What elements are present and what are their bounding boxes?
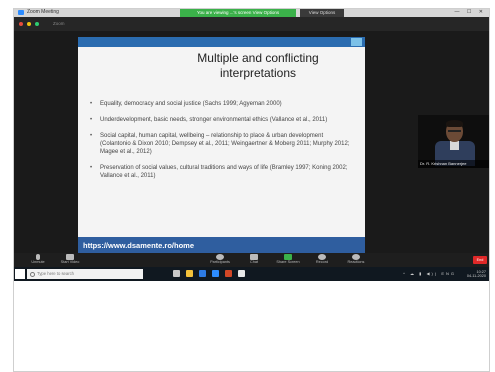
page-frame	[13, 8, 490, 372]
